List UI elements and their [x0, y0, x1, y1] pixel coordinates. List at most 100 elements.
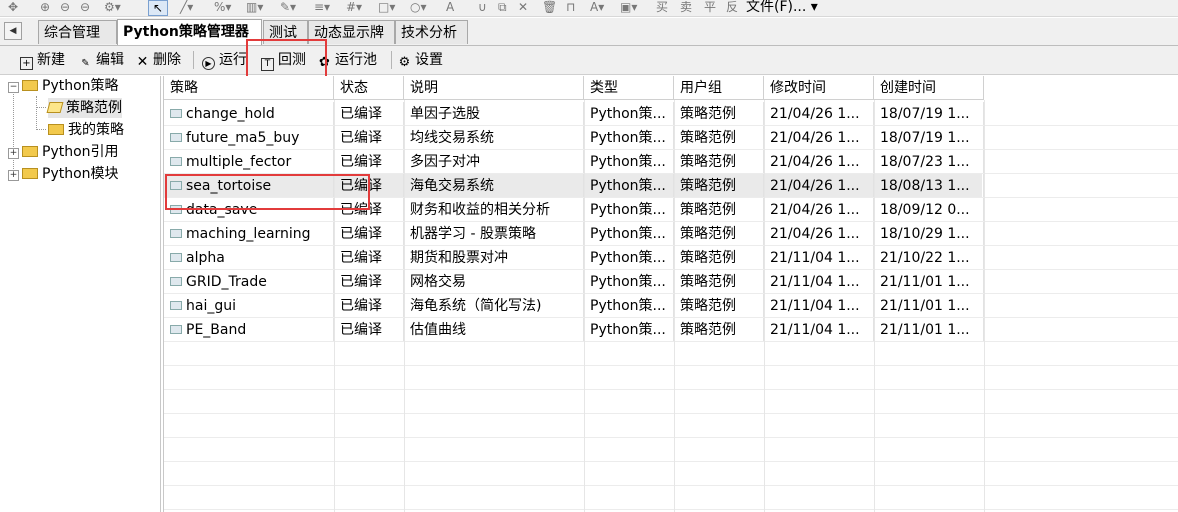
sell-icon[interactable]: 卖 [680, 0, 692, 14]
table-row[interactable]: change_hold 已编译 单因子选股 Python策... 策略范例 21/04/2… [164, 102, 984, 126]
table-cell: 海龟交易系统 [404, 174, 584, 198]
table-row[interactable]: multiple_fector 已编译 多因子对冲 Python策... 策略范例 21/… [164, 150, 984, 174]
table-cell: Python策... [584, 198, 674, 222]
folder-icon [48, 124, 64, 135]
table-cell: 策略范例 [674, 318, 764, 342]
collapse-icon[interactable]: − [8, 82, 19, 93]
tree-node-strategy-examples[interactable]: 策略范例 [46, 98, 122, 118]
table-cell: 估值曲线 [404, 318, 584, 342]
gear-icon[interactable]: ⚙▾ [104, 0, 121, 14]
table-row[interactable]: PE_Band 已编译 估值曲线 Python策... 策略范例 21/11/04 1..… [164, 318, 984, 342]
save-icon[interactable]: ▣▾ [620, 0, 637, 14]
edit-button[interactable]: ✎ 编辑 [79, 50, 124, 70]
table-cell: 策略范例 [674, 174, 764, 198]
cell-text: 21/10/22 1... [880, 250, 970, 266]
move-icon[interactable]: ✥ [8, 0, 18, 14]
circle-icon[interactable]: ○▾ [410, 0, 427, 14]
lock-icon[interactable]: ⊓ [566, 0, 575, 14]
table-cell: Python策... [584, 222, 674, 246]
zoom-icon[interactable]: ⊖ [80, 0, 90, 14]
column-header-description[interactable]: 说明 [404, 76, 584, 100]
table-row[interactable]: future_ma5_buy 已编译 均线交易系统 Python策... 策略范例 21/… [164, 126, 984, 150]
tab-dynamic-board[interactable]: 动态显示牌 [308, 20, 395, 44]
table-cell: 21/04/26 1... [764, 174, 874, 198]
cell-text: 策略范例 [680, 322, 736, 338]
table-cell: 策略范例 [674, 150, 764, 174]
cell-text: 策略范例 [680, 298, 736, 314]
folder-icon [22, 80, 38, 91]
table-cell: sea_tortoise [164, 174, 334, 198]
close-icon[interactable]: ✕ [518, 0, 528, 14]
cell-text: Python策... [590, 298, 666, 314]
tree-node-my-strategies[interactable]: 我的策略 [48, 120, 124, 140]
zoom-in-icon[interactable]: ⊕ [40, 0, 50, 14]
cell-text: 21/11/04 1... [770, 298, 860, 314]
tab-scroll-left-button[interactable]: ◀ [4, 22, 22, 40]
run-button[interactable]: ▶ 运行 [202, 50, 247, 70]
edit-icon: ✎ [81, 58, 90, 69]
column-header-status[interactable]: 状态 [334, 76, 404, 100]
table-row[interactable]: sea_tortoise 已编译 海龟交易系统 Python策... 策略范例 21/04… [164, 174, 984, 198]
tree-node-python-module[interactable]: + Python模块 [8, 164, 119, 184]
table-cell: Python策... [584, 246, 674, 270]
magnet-icon[interactable]: ∪ [478, 0, 487, 14]
tree-node-python-reference[interactable]: + Python引用 [8, 142, 119, 162]
zoom-out-icon[interactable]: ⊖ [60, 0, 70, 14]
copy-icon[interactable]: ⧉ [498, 0, 507, 14]
grid-icon[interactable]: #▾ [346, 0, 362, 14]
flat-icon[interactable]: 平 [704, 0, 716, 14]
table-cell: Python策... [584, 126, 674, 150]
reverse-icon[interactable]: 反 [726, 0, 738, 14]
table-cell: 21/11/01 1... [874, 318, 984, 342]
cell-text: 网格交易 [410, 274, 466, 290]
expand-icon[interactable]: + [8, 148, 19, 159]
cell-text: Python策... [590, 274, 666, 290]
expand-icon[interactable]: + [8, 170, 19, 181]
percent-icon[interactable]: %▾ [214, 0, 231, 14]
cell-text: 策略范例 [680, 202, 736, 218]
table-row[interactable]: GRID_Trade 已编译 网格交易 Python策... 策略范例 21/11/04 … [164, 270, 984, 294]
row-divider [164, 293, 1178, 294]
tab-test[interactable]: 测试 [263, 20, 308, 44]
bars-icon[interactable]: ▥▾ [246, 0, 263, 14]
pen-icon[interactable]: ✎▾ [280, 0, 296, 14]
column-header-user-group[interactable]: 用户组 [674, 76, 764, 100]
trash-icon[interactable]: 🗑 [542, 0, 557, 14]
tree-node-python-strategy[interactable]: − Python策略 [8, 76, 119, 96]
new-button[interactable]: + 新建 [20, 50, 65, 70]
cell-text: 估值曲线 [410, 322, 466, 338]
run-pool-button[interactable]: ✿ 运行池 [318, 50, 377, 70]
table-row[interactable]: data_save 已编译 财务和收益的相关分析 Python策... 策略范例 21/0… [164, 198, 984, 222]
row-divider [164, 485, 1178, 486]
column-header-strategy[interactable]: 策略 [164, 76, 334, 100]
cell-text: 策略范例 [680, 250, 736, 266]
font-color-icon[interactable]: A▾ [590, 0, 604, 14]
settings-button[interactable]: ⚙ 设置 [398, 50, 443, 70]
delete-button[interactable]: ✕ 删除 [136, 50, 181, 70]
cursor-icon[interactable]: ↖ [148, 0, 168, 16]
cell-text: 18/09/12 0... [880, 202, 970, 218]
cell-text: 18/07/23 1... [880, 154, 970, 170]
table-row[interactable]: hai_gui 已编译 海龟系统（简化写法) Python策... 策略范例 21/11/… [164, 294, 984, 318]
row-divider [164, 365, 1178, 366]
line-icon[interactable]: ╱▾ [180, 0, 193, 14]
tab-technical-analysis[interactable]: 技术分析 [395, 20, 468, 44]
table-cell: 21/11/04 1... [764, 294, 874, 318]
table-row[interactable]: alpha 已编译 期货和股票对冲 Python策... 策略范例 21/11/04 1.… [164, 246, 984, 270]
table-cell: Python策... [584, 174, 674, 198]
strategy-tree: − Python策略 策略范例 我的策略 + Python引用 + Python模块 [6, 76, 161, 512]
backtest-button[interactable]: T 回测 [261, 50, 306, 71]
buy-icon[interactable]: 买 [656, 0, 668, 14]
table-cell: 21/04/26 1... [764, 222, 874, 246]
column-header-modified-time[interactable]: 修改时间 [764, 76, 874, 100]
tab-python-strategy-manager[interactable]: Python策略管理器 [117, 19, 262, 45]
text-icon[interactable]: A [446, 0, 454, 14]
file-menu[interactable]: 文件(F)... ▾ [746, 0, 818, 16]
table-row[interactable]: maching_learning 已编译 机器学习 - 股票策略 Python策...… [164, 222, 984, 246]
table-cell: alpha [164, 246, 334, 270]
column-header-type[interactable]: 类型 [584, 76, 674, 100]
rect-icon[interactable]: □▾ [378, 0, 395, 14]
tab-overview[interactable]: 综合管理 [38, 20, 117, 44]
list-icon[interactable]: ≡▾ [314, 0, 330, 14]
column-header-created-time[interactable]: 创建时间 [874, 76, 984, 100]
